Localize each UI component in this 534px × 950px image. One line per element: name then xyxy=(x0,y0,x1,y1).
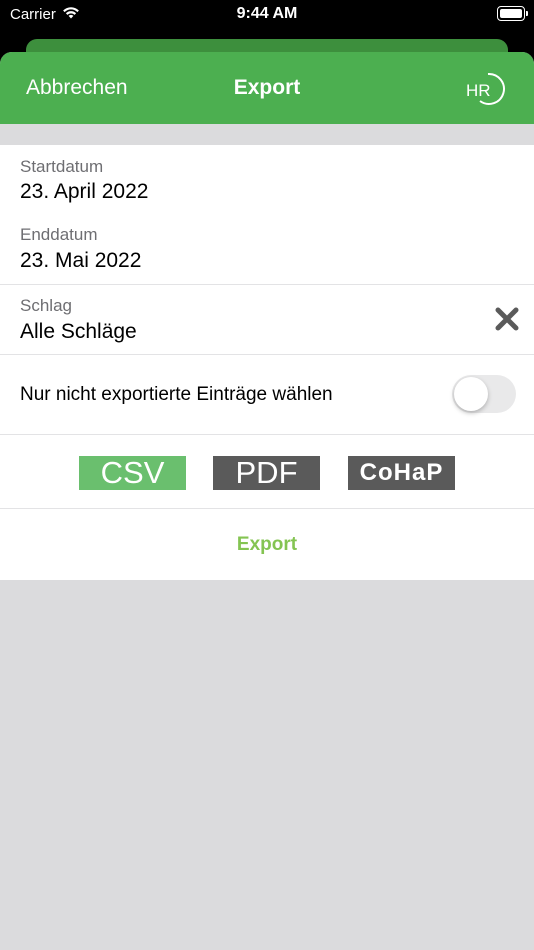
format-pdf-button[interactable]: PDF xyxy=(213,455,320,490)
only-unexported-label: Nur nicht exportierte Einträge wählen xyxy=(20,384,333,405)
hr-logo-icon: HR xyxy=(464,70,510,106)
battery-icon xyxy=(497,6,528,21)
only-unexported-row: Nur nicht exportierte Einträge wählen xyxy=(0,355,534,435)
start-date-value: 23. April 2022 xyxy=(20,180,149,203)
export-button[interactable]: Export xyxy=(0,534,534,556)
schlag-row[interactable]: Schlag Alle Schläge xyxy=(0,285,534,355)
format-csv-button[interactable]: CSV xyxy=(79,455,186,490)
schlag-value: Alle Schläge xyxy=(20,320,137,343)
end-date-row[interactable]: Enddatum 23. Mai 2022 xyxy=(0,214,534,285)
only-unexported-toggle[interactable] xyxy=(452,375,516,413)
start-date-label: Startdatum xyxy=(20,157,104,176)
page-title: Export xyxy=(233,76,301,99)
export-form: Startdatum 23. April 2022 Enddatum 23. M… xyxy=(0,145,534,580)
end-date-label: Enddatum xyxy=(20,225,98,244)
format-cohap-button[interactable]: CoHaP xyxy=(348,456,455,490)
close-icon[interactable] xyxy=(494,306,520,332)
format-selector: CSV PDF CoHaP xyxy=(0,435,534,509)
export-sheet: Abbrechen Export HR Startdatum 23. April… xyxy=(0,52,534,950)
schlag-label: Schlag xyxy=(20,296,72,315)
logo-text: HR xyxy=(466,81,491,100)
toggle-knob xyxy=(454,377,488,411)
end-date-value: 23. Mai 2022 xyxy=(20,249,142,272)
status-time: 9:44 AM xyxy=(236,5,298,22)
export-row: Export xyxy=(0,509,534,580)
nav-bar: Abbrechen Export HR xyxy=(0,52,534,124)
start-date-row[interactable]: Startdatum 23. April 2022 xyxy=(0,145,534,214)
status-bar: Carrier 9:44 AM xyxy=(0,0,534,30)
